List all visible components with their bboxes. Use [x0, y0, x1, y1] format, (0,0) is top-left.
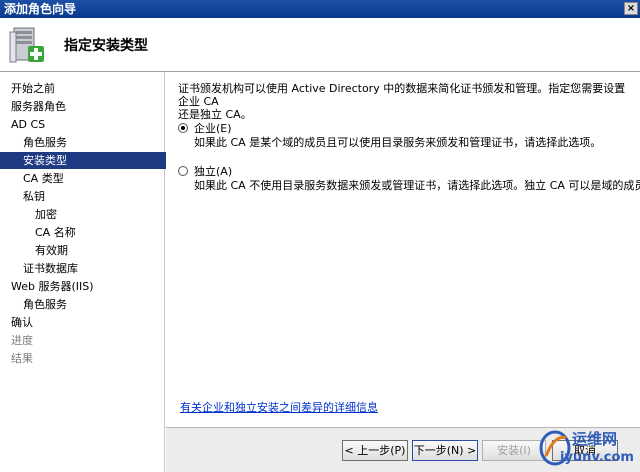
enterprise-description: 如果此 CA 是某个域的成员且可以使用目录服务来颁发和管理证书，请选择此选项。 — [194, 136, 602, 149]
enterprise-radio[interactable] — [178, 123, 188, 133]
standalone-label[interactable]: 独立(A) — [194, 165, 232, 178]
next-button[interactable]: 下一步(N) > — [412, 440, 478, 461]
wizard-header: 指定安装类型 — [0, 18, 640, 72]
page-title: 指定安装类型 — [64, 38, 148, 54]
site-watermark: 运维网 iyunv.com — [538, 424, 638, 470]
sidebar-step: CA 类型 — [23, 172, 64, 185]
sidebar-step: 服务器角色 — [11, 100, 66, 113]
sidebar-step: 安装类型 — [0, 152, 187, 169]
sidebar-step: 角色服务 — [23, 298, 67, 311]
sidebar-step: 确认 — [11, 316, 33, 329]
sidebar-step: 开始之前 — [11, 82, 55, 95]
sidebar-step: 结果 — [11, 352, 33, 365]
standalone-description: 如果此 CA 不使用目录服务数据来颁发或管理证书，请选择此选项。独立 CA 可以… — [194, 179, 640, 192]
window-titlebar: 添加角色向导 × — [0, 0, 640, 18]
wizard-step-list: 开始之前 服务器角色 AD CS 角色服务 安装类型 CA 类型 私钥 加密 CA 名称 有效期证… — [0, 72, 187, 472]
watermark-url: iyunv.com — [560, 450, 634, 465]
sidebar-step: 角色服务 — [23, 136, 67, 149]
watermark-title: 运维网 — [572, 430, 618, 448]
sidebar-step: CA 名称 — [35, 226, 76, 239]
window-title: 添加角色向导 — [4, 2, 77, 16]
sidebar-step: 进度 — [11, 334, 33, 347]
install-button[interactable]: 安装(I) — [482, 440, 546, 461]
sidebar-step: 有效期 — [35, 244, 68, 257]
sidebar-step: 证书数据库 — [23, 262, 78, 275]
standalone-radio[interactable] — [178, 166, 188, 176]
sidebar-step: Web 服务器(IIS) — [11, 280, 94, 293]
server-wizard-icon — [9, 27, 44, 63]
enterprise-label[interactable]: 企业(E) — [194, 122, 232, 135]
intro-text: 证书颁发机构可以使用 Active Directory 中的数据来简化证书颁发和… — [178, 82, 630, 121]
close-window-button[interactable]: × — [624, 2, 638, 15]
sidebar-step: 私钥 — [23, 190, 45, 203]
more-info-link[interactable]: 有关企业和独立安装之间差异的详细信息 — [180, 399, 378, 415]
intro-line-1: 证书颁发机构可以使用 Active Directory 中的数据来简化证书颁发和… — [178, 82, 626, 108]
sidebar-step: AD CS — [11, 118, 46, 131]
main-content: 证书颁发机构可以使用 Active Directory 中的数据来简化证书颁发和… — [166, 72, 640, 427]
sidebar-step: 加密 — [35, 208, 57, 221]
intro-line-2: 还是独立 CA。 — [178, 108, 252, 121]
back-button[interactable]: < 上一步(P) — [342, 440, 408, 461]
